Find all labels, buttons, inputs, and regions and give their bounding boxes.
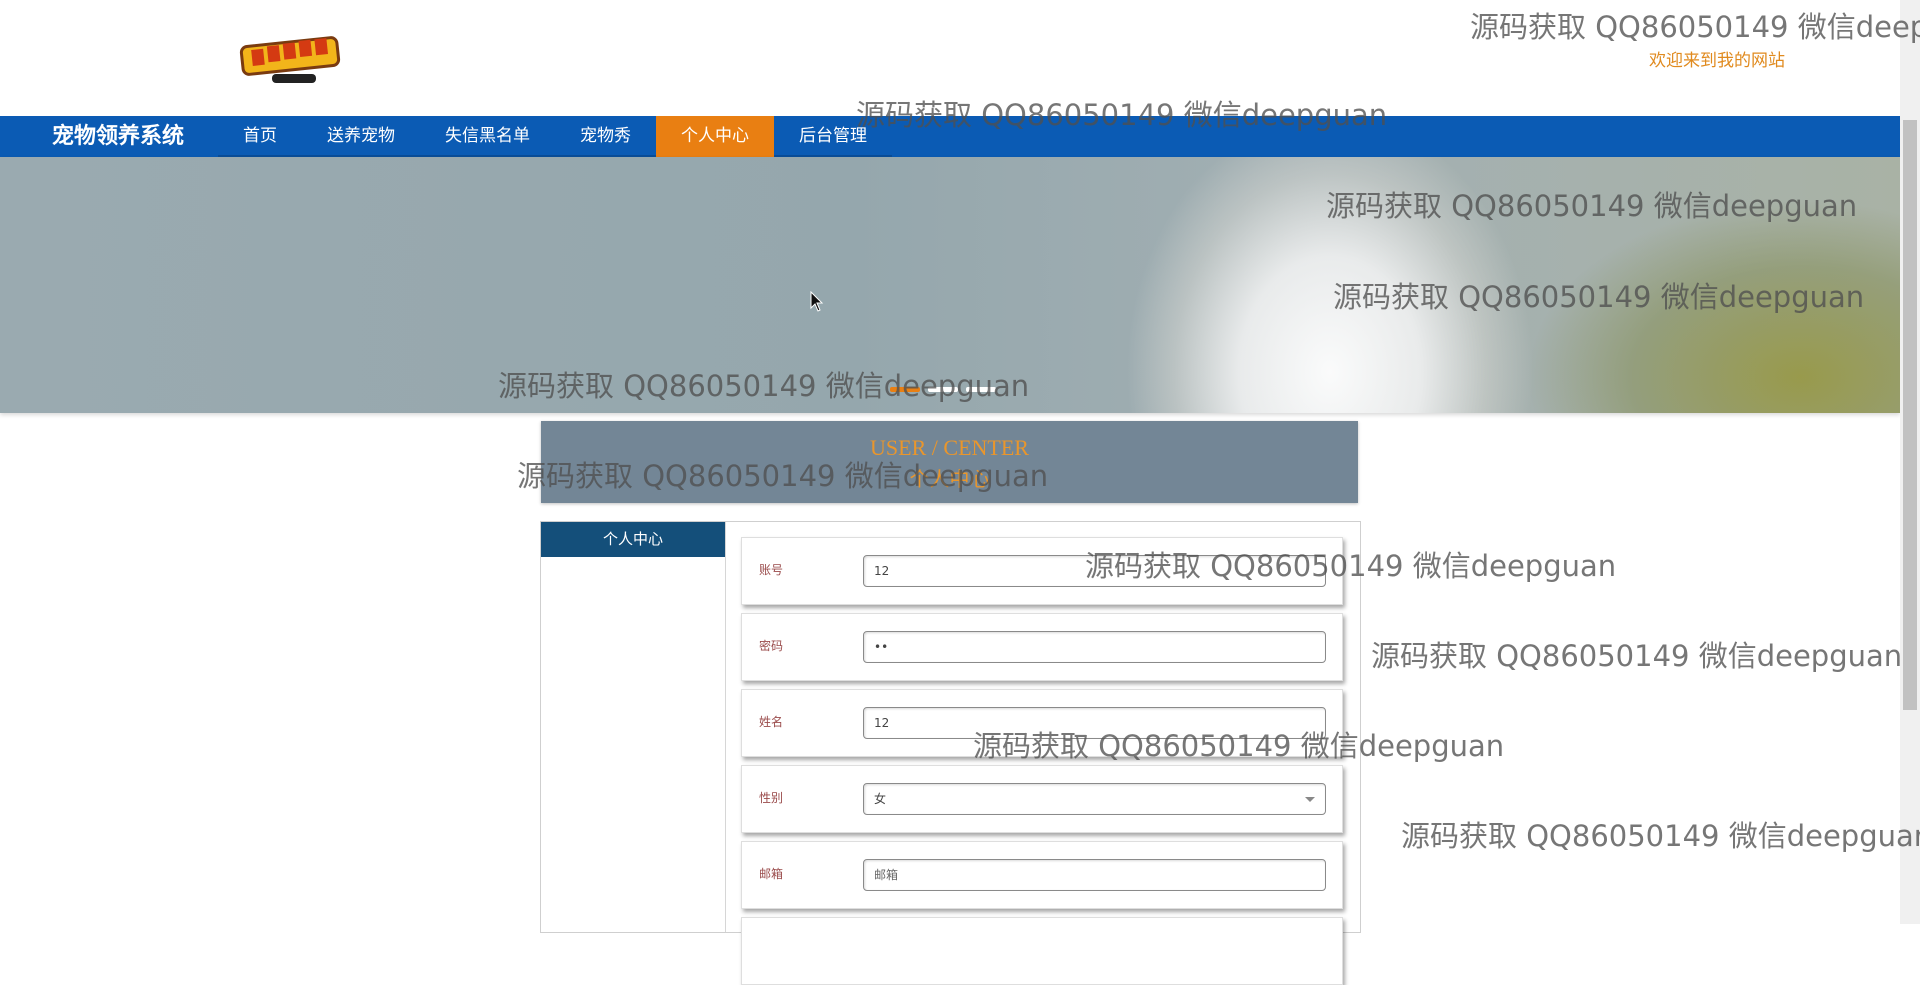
nav-item-home[interactable]: 首页 — [218, 116, 302, 157]
form-row-gender: 性别 女 — [741, 765, 1343, 833]
account-label: 账号 — [759, 563, 784, 577]
watermark-text: 源码获取 QQ86050149 微信deepguan — [1401, 819, 1920, 853]
password-label: 密码 — [759, 639, 784, 653]
watermark-text: 源码获取 QQ86050149 微信deepguan — [1371, 639, 1903, 673]
nav-item-pet-show[interactable]: 宠物秀 — [555, 116, 656, 157]
form-row-password: 密码 •• — [741, 613, 1343, 681]
carousel-indicators — [890, 387, 996, 392]
email-input[interactable] — [863, 859, 1326, 891]
carousel-dot[interactable] — [966, 387, 996, 392]
carousel-dot[interactable] — [928, 387, 958, 392]
page-scrollbar[interactable] — [1900, 0, 1920, 924]
sidebar-divider — [725, 522, 726, 932]
nav-item-admin[interactable]: 后台管理 — [774, 116, 892, 157]
account-input[interactable] — [863, 555, 1326, 587]
gender-label: 性别 — [759, 791, 784, 805]
chevron-down-icon — [1305, 797, 1315, 802]
user-center-panel: 个人中心 账号 密码 •• 姓名 性别 女 邮箱 — [540, 521, 1361, 985]
name-label: 姓名 — [759, 715, 784, 729]
gender-select-value: 女 — [874, 792, 887, 806]
site-logo[interactable] — [238, 32, 346, 86]
form-row-name: 姓名 — [741, 689, 1343, 757]
password-input[interactable]: •• — [863, 631, 1326, 663]
form-row-account: 账号 — [741, 537, 1343, 605]
form-row-email: 邮箱 — [741, 841, 1343, 909]
hero-banner — [0, 157, 1900, 413]
nav-item-user-center[interactable]: 个人中心 — [656, 116, 774, 157]
section-title-cn: 个人中心 — [909, 467, 990, 491]
nav-item-blacklist[interactable]: 失信黑名单 — [420, 116, 555, 157]
carousel-dot[interactable] — [890, 387, 920, 392]
main-navbar: 宠物领养系统 首页 送养宠物 失信黑名单 宠物秀 个人中心 后台管理 — [0, 116, 1900, 157]
scrollbar-thumb[interactable] — [1903, 120, 1917, 710]
form-row-next — [741, 917, 1343, 985]
section-title-en: USER / CENTER — [870, 435, 1029, 460]
mouse-cursor-icon — [810, 291, 824, 312]
nav-item-adopt-out[interactable]: 送养宠物 — [302, 116, 420, 157]
email-label: 邮箱 — [759, 867, 784, 881]
top-header: 欢迎来到我的网站 — [0, 0, 1900, 116]
name-input[interactable] — [863, 707, 1326, 739]
sidebar-item-user-center[interactable]: 个人中心 — [541, 522, 725, 557]
nav-menu: 首页 送养宠物 失信黑名单 宠物秀 个人中心 后台管理 — [218, 116, 892, 157]
section-header: USER / CENTER 个人中心 — [541, 421, 1358, 503]
brand-title[interactable]: 宠物领养系统 — [52, 116, 184, 157]
welcome-text: 欢迎来到我的网站 — [1649, 51, 1785, 71]
gender-select[interactable]: 女 — [863, 783, 1326, 815]
